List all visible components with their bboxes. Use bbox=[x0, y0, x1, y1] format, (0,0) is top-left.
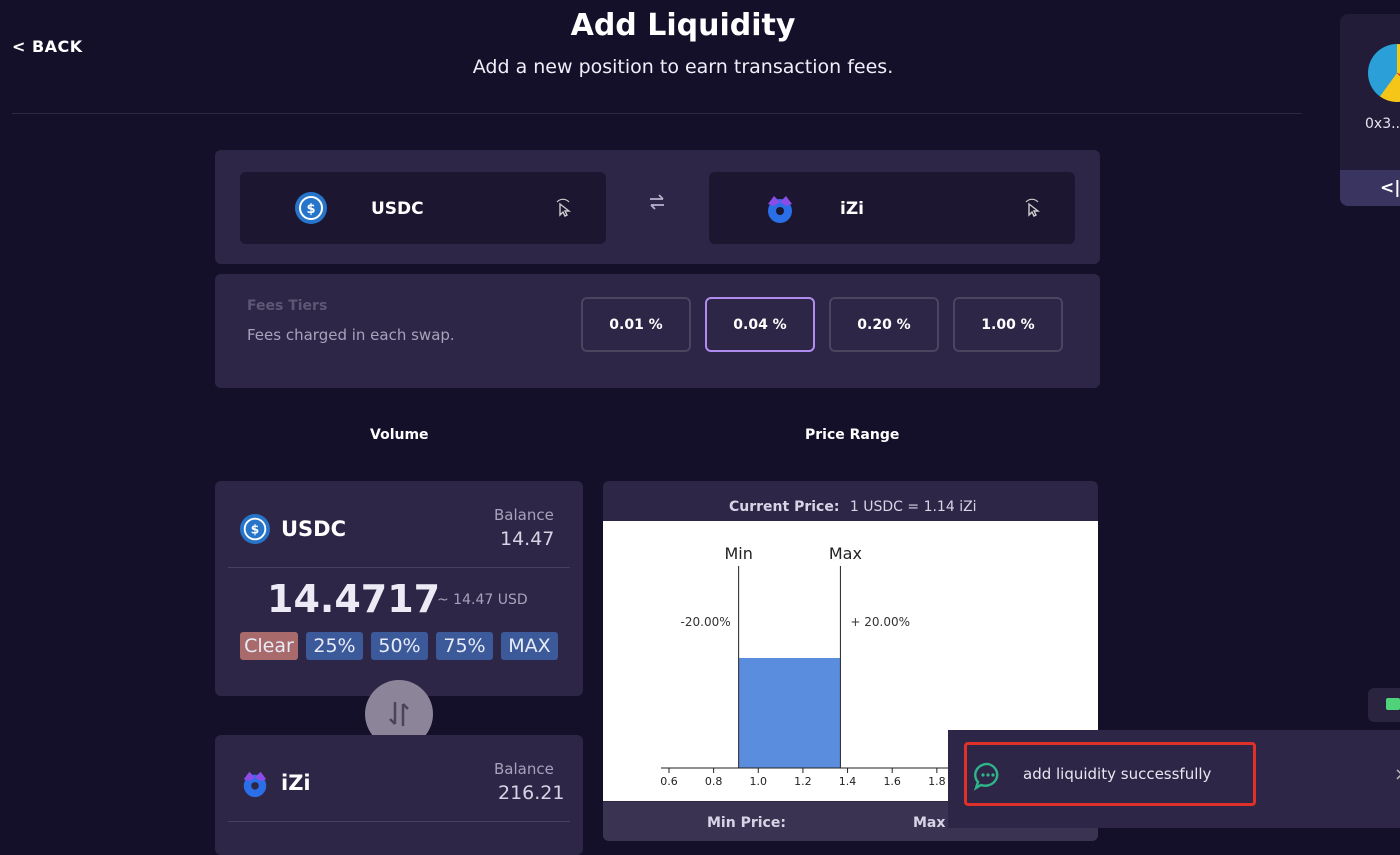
x-tick-label: 1.2 bbox=[794, 775, 812, 788]
chat-bubble-icon bbox=[973, 761, 1003, 791]
amount-preset-button[interactable]: 25% bbox=[306, 632, 363, 660]
fee-tier-button[interactable]: 0.04 % bbox=[705, 297, 815, 352]
token-b-name: iZi bbox=[840, 199, 864, 219]
swap-arrows-icon bbox=[389, 702, 409, 726]
izi-icon bbox=[764, 192, 796, 224]
page-subtitle: Add a new position to earn transaction f… bbox=[472, 56, 894, 78]
usd-value: ~ 14.47 USD bbox=[437, 592, 528, 608]
range-bar bbox=[738, 658, 841, 768]
wallet-tab-button[interactable] bbox=[1368, 688, 1400, 722]
balance-label: Balance bbox=[494, 760, 554, 778]
fee-tier-list: 0.01 % 0.04 % 0.20 % 1.00 % bbox=[581, 297, 1063, 352]
fees-description: Fees charged in each swap. bbox=[247, 326, 455, 344]
volume-divider bbox=[228, 567, 570, 568]
current-price: Current Price: 1 USDC = 1.14 iZi bbox=[729, 499, 977, 515]
pointer-icon bbox=[553, 198, 573, 218]
izi-icon bbox=[240, 768, 270, 798]
x-tick-label: 0.6 bbox=[660, 775, 678, 788]
max-label: Max bbox=[829, 544, 862, 563]
header-divider bbox=[12, 113, 1302, 114]
max-percent-label: + 20.00% bbox=[850, 615, 910, 629]
fees-panel: Fees Tiers Fees charged in each swap. 0.… bbox=[215, 274, 1100, 388]
x-tick-label: 1.8 bbox=[928, 775, 946, 788]
volume-token-name: iZi bbox=[281, 771, 311, 795]
current-price-value: 1 USDC = 1.14 iZi bbox=[849, 499, 977, 515]
current-price-label: Current Price: bbox=[729, 499, 840, 515]
min-label: Min bbox=[724, 544, 752, 563]
balance-value: 14.47 bbox=[500, 528, 555, 550]
pointer-icon bbox=[1022, 198, 1042, 218]
svg-text:$: $ bbox=[251, 523, 259, 537]
fees-title: Fees Tiers bbox=[247, 298, 328, 314]
volume-divider bbox=[228, 821, 570, 822]
quick-amount-buttons: Clear 25% 50% 75% MAX bbox=[240, 632, 558, 660]
x-tick-label: 0.8 bbox=[705, 775, 723, 788]
amount-preset-button[interactable]: MAX bbox=[501, 632, 558, 660]
min-percent-label: -20.00% bbox=[681, 615, 731, 629]
token-a-name: USDC bbox=[371, 199, 424, 219]
page-title: Add Liquidity bbox=[570, 8, 796, 43]
token-b-selector[interactable]: iZi bbox=[709, 172, 1075, 244]
volume-card-usdc: $ USDC Balance 14.47 14.4717 ~ 14.47 USD… bbox=[215, 481, 583, 696]
toast-notification: add liquidity successfully × bbox=[948, 730, 1400, 828]
amount-input[interactable]: 14.4717 bbox=[267, 577, 440, 621]
clear-button[interactable]: Clear bbox=[240, 632, 298, 660]
volume-token-name: USDC bbox=[281, 517, 347, 541]
wallet-icon bbox=[1386, 698, 1400, 710]
usdc-icon: $ bbox=[240, 514, 270, 544]
toast-message: add liquidity successfully bbox=[1023, 765, 1212, 783]
fee-tier-button[interactable]: 1.00 % bbox=[953, 297, 1063, 352]
amount-preset-button[interactable]: 50% bbox=[371, 632, 428, 660]
fee-tier-button[interactable]: 0.20 % bbox=[829, 297, 939, 352]
token-a-selector[interactable]: $ USDC bbox=[240, 172, 606, 244]
token-pair-panel: $ USDC iZi bbox=[215, 150, 1100, 264]
swap-pair-icon[interactable] bbox=[647, 192, 667, 212]
x-tick-label: 1.4 bbox=[839, 775, 857, 788]
amount-preset-button[interactable]: 75% bbox=[436, 632, 493, 660]
usdc-icon: $ bbox=[295, 192, 327, 224]
x-tick-label: 1.6 bbox=[883, 775, 901, 788]
wallet-address[interactable]: 0x3.. bbox=[1365, 116, 1400, 132]
balance-value: 216.21 bbox=[498, 782, 565, 804]
price-range-label: Price Range bbox=[805, 427, 900, 443]
svg-text:$: $ bbox=[306, 202, 315, 217]
x-tick-label: 1.0 bbox=[750, 775, 768, 788]
fee-tier-button[interactable]: 0.01 % bbox=[581, 297, 691, 352]
wallet-avatar-icon[interactable] bbox=[1368, 44, 1400, 102]
volume-card-izi: iZi Balance 216.21 bbox=[215, 735, 583, 855]
wallet-panel: 0x3.. <|| bbox=[1340, 14, 1400, 206]
wallet-collapse-button[interactable]: <|| bbox=[1340, 170, 1400, 206]
volume-label: Volume bbox=[370, 427, 429, 443]
balance-label: Balance bbox=[494, 506, 554, 524]
toast-close-icon[interactable]: × bbox=[1394, 764, 1400, 785]
